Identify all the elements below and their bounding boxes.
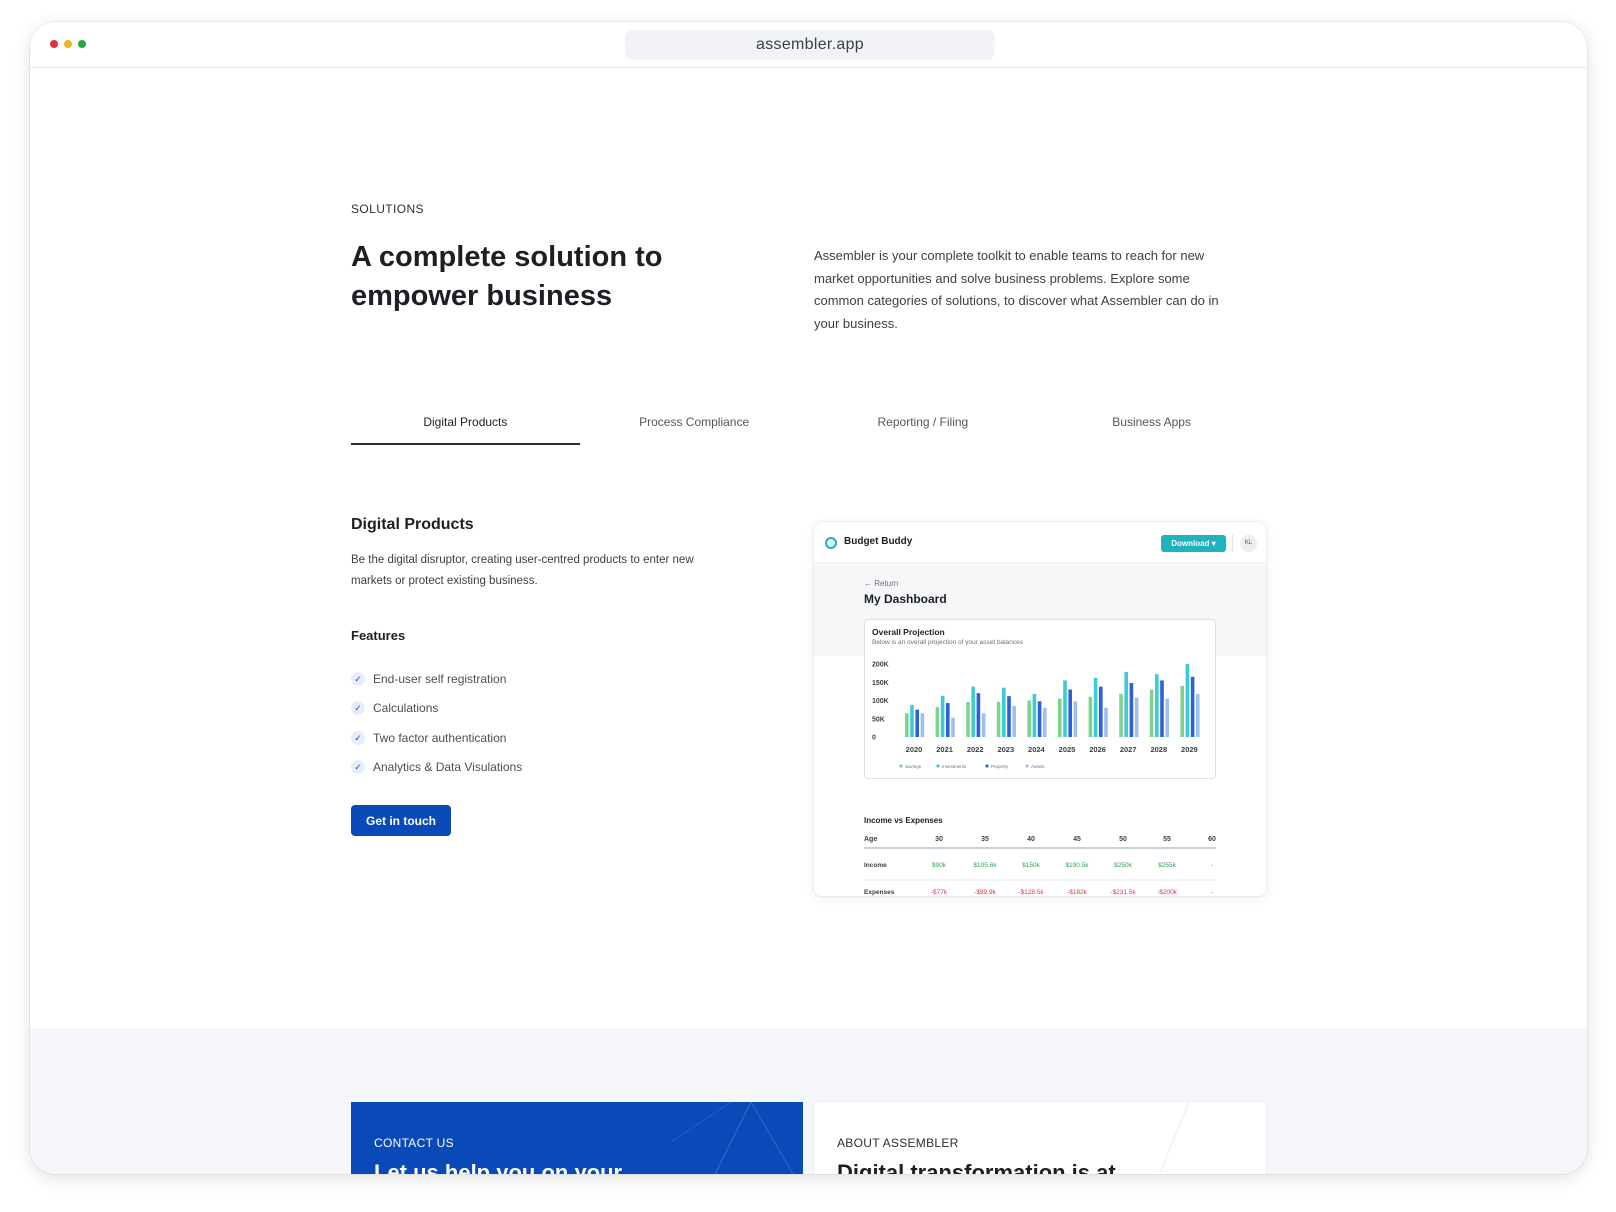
table-header-cell: 30 — [935, 836, 943, 843]
table-header-cell: 40 — [1027, 836, 1035, 843]
feature-label: Two factor authentication — [373, 730, 507, 745]
about-eyebrow: ABOUT ASSEMBLER — [837, 1136, 959, 1150]
about-title: Digital transformation is at — [837, 1160, 1116, 1174]
feature-label: End-user self registration — [373, 671, 507, 686]
table-cell: $250k — [1114, 862, 1132, 869]
dashboard-preview: Budget Buddy Download ▾ KL ← Return My D… — [814, 522, 1266, 896]
table-header-cell: 55 — [1163, 836, 1171, 843]
check-icon: ✓ — [351, 730, 365, 745]
contact-card[interactable]: CONTACT US Let us help you on your — [351, 1102, 803, 1174]
table-cell: $105.6k — [973, 862, 997, 869]
check-icon: ✓ — [351, 760, 365, 775]
feature-label: Analytics & Data Visulations — [373, 760, 523, 775]
section-eyebrow: SOLUTIONS — [351, 202, 424, 216]
table-header-cell: 50 — [1119, 836, 1127, 843]
tab-business-apps[interactable]: Business Apps — [1037, 402, 1266, 464]
tab-reporting-filing[interactable]: Reporting / Filing — [809, 402, 1038, 464]
window-controls — [50, 40, 86, 48]
table-cell: -$99.9k — [974, 889, 996, 896]
table-cell: - — [1211, 862, 1213, 869]
table-cell: -$200k — [1157, 889, 1178, 896]
table-cell: $150k — [1022, 862, 1040, 869]
bottom-section — [30, 1028, 1587, 1174]
address-bar[interactable]: assembler.app — [625, 30, 995, 60]
table-header-cell: 35 — [981, 836, 989, 843]
check-icon: ✓ — [351, 701, 365, 716]
table-cell: $90k — [932, 862, 947, 869]
tab-process-compliance[interactable]: Process Compliance — [580, 402, 809, 464]
table-header-cell: 45 — [1073, 836, 1081, 843]
get-in-touch-button[interactable]: Get in touch — [351, 805, 451, 836]
feature-item: ✓ End-user self registration — [351, 664, 522, 694]
income-expenses-table: Age 30 35 40 45 50 55 60 Income $90k $105.6k $150k $… — [864, 836, 1216, 896]
feature-list: ✓ End-user self registration ✓ Calculation… — [351, 664, 522, 782]
table-cell: -$231.5k — [1110, 889, 1136, 896]
table-cell: - — [1211, 889, 1213, 896]
table-cell: Expenses — [864, 889, 895, 896]
table-header-cell: 60 — [1208, 836, 1216, 843]
feature-item: ✓ Two factor authentication — [351, 723, 522, 753]
maximize-window-dot[interactable] — [78, 40, 86, 48]
panel-description: Be the digital disruptor, creating user-… — [351, 554, 694, 587]
feature-item: ✓ Calculations — [351, 694, 522, 724]
table-cell: -$128.5k — [1018, 889, 1044, 896]
features-heading: Features — [351, 628, 406, 643]
tab-digital-products[interactable]: Digital Products — [351, 402, 580, 464]
browser-titlebar: assembler.app — [30, 22, 1587, 68]
check-icon: ✓ — [351, 671, 365, 686]
page-title: A complete solution to empower business — [351, 241, 663, 312]
panel-title: Digital Products — [351, 516, 474, 533]
solution-tabs: Digital Products Process Compliance Repo… — [351, 402, 1266, 464]
minimize-window-dot[interactable] — [64, 40, 72, 48]
close-window-dot[interactable] — [50, 40, 58, 48]
table-cell: -$182k — [1067, 889, 1088, 896]
table-cell: $190.5k — [1065, 862, 1089, 869]
contact-title: Let us help you on your — [374, 1160, 623, 1174]
about-card[interactable]: ABOUT ASSEMBLER Digital transformation i… — [814, 1102, 1266, 1174]
hero-description: Assembler is your complete toolkit to en… — [814, 248, 1219, 331]
feature-item: ✓ Analytics & Data Visulations — [351, 753, 522, 783]
table-cell: -$77k — [931, 889, 948, 896]
browser-window: assembler.app SOLUTIONS A complete solut… — [30, 22, 1587, 1174]
table-cell: $255k — [1158, 862, 1176, 869]
table-header-cell: Age — [864, 836, 877, 843]
feature-label: Calculations — [373, 701, 439, 716]
contact-eyebrow: CONTACT US — [374, 1136, 454, 1150]
table-cell: Income — [864, 862, 887, 869]
